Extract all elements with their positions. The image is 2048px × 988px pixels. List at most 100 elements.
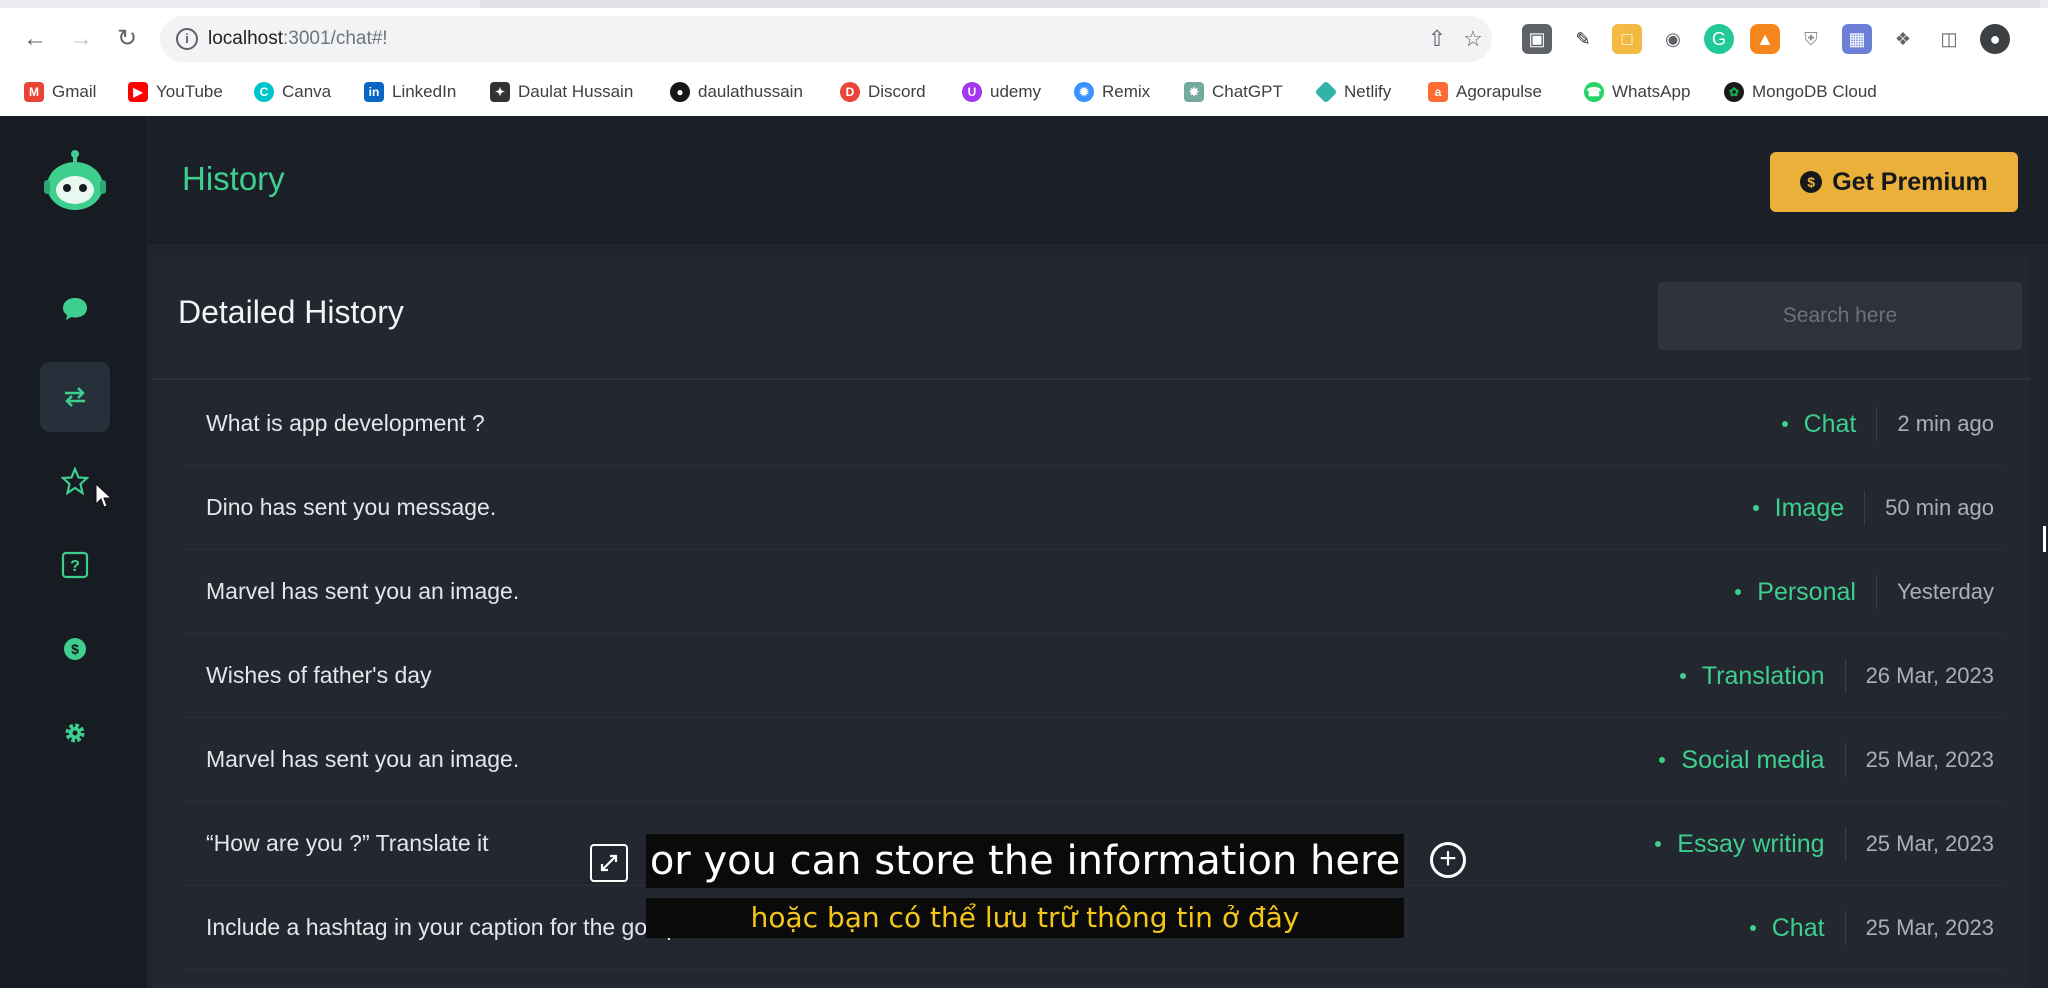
swap-arrows-icon — [65, 387, 85, 407]
category-dot — [1781, 421, 1788, 427]
caption-primary: or you can store the information here — [646, 834, 1404, 888]
sidebar-item-billing[interactable]: $ — [40, 614, 110, 684]
url-text[interactable]: localhost:3001/chat#! — [208, 28, 388, 50]
bookmark-agorapulse[interactable]: a Agorapulse — [1428, 78, 1542, 106]
bookmark-netlify[interactable]: Netlify — [1314, 78, 1391, 106]
site-info-icon[interactable]: i — [176, 28, 198, 50]
sidebar-item-help[interactable]: ? — [40, 530, 110, 600]
category-dot — [1679, 673, 1686, 679]
bookmark-mongodb[interactable]: ✿ MongoDB Cloud — [1724, 78, 1877, 106]
bookmark-discord[interactable]: D Discord — [840, 78, 926, 106]
gear-icon — [65, 723, 85, 743]
scrollbar-thumb[interactable] — [2043, 526, 2046, 552]
extensions-puzzle-icon[interactable]: ❖ — [1888, 24, 1918, 54]
canva-icon: C — [254, 82, 274, 102]
extension-reader-icon[interactable]: ▣ — [1522, 24, 1552, 54]
history-row-time: 26 Mar, 2023 — [1865, 663, 1994, 688]
history-row-text: Dino has sent you message. — [206, 494, 497, 520]
remix-icon: ✹ — [1074, 82, 1094, 102]
history-row-time: Yesterday — [1896, 579, 1994, 604]
sidebar-item-chat[interactable] — [40, 274, 110, 344]
caption-translation: hoặc bạn có thể lưu trữ thông tin ở đây — [646, 898, 1404, 938]
history-row[interactable]: Marvel has sent you an image. Social med… — [184, 718, 2004, 802]
history-row[interactable]: Marvel has sent you an image. Personal Ye… — [184, 550, 2004, 634]
category-dot — [1735, 589, 1742, 595]
youtube-icon: ▶ — [128, 82, 148, 102]
bookmarks-bar: M Gmail ▶ YouTube C Canva in LinkedIn ✦ Daula… — [0, 74, 2048, 110]
bookmark-github[interactable]: ● daulathussain — [670, 78, 803, 106]
bookmark-daulat-hussain[interactable]: ✦ Daulat Hussain — [490, 78, 633, 106]
history-row[interactable]: Dino has sent you message. Image 50 min a… — [184, 466, 2004, 550]
extension-grammarly-icon[interactable]: G — [1704, 24, 1734, 54]
address-bar[interactable]: i localhost:3001/chat#! ⇧ ☆ — [160, 16, 1492, 62]
history-row[interactable]: Wishes of father's day Translation 26 Mar… — [184, 634, 2004, 718]
bookmark-chatgpt[interactable]: ✸ ChatGPT — [1184, 78, 1283, 106]
add-icon[interactable]: + — [1430, 842, 1466, 878]
url-host: localhost — [208, 28, 283, 49]
chat-bubble-icon — [63, 298, 87, 320]
category-dot — [1659, 757, 1666, 763]
history-row-text: Wishes of father's day — [206, 662, 432, 688]
bookmark-remix[interactable]: ✹ Remix — [1074, 78, 1150, 106]
category-dot — [1655, 841, 1662, 847]
share-icon[interactable]: ⇧ — [1424, 26, 1450, 52]
history-row-category[interactable]: Social media — [1681, 746, 1824, 775]
bookmark-youtube[interactable]: ▶ YouTube — [128, 78, 223, 106]
mouse-pointer-icon — [95, 482, 113, 508]
side-panel-icon[interactable]: ◫ — [1934, 24, 1964, 54]
mongodb-icon: ✿ — [1724, 82, 1744, 102]
agorapulse-icon: a — [1428, 82, 1448, 102]
back-arrow-icon[interactable]: ← — [18, 22, 52, 56]
search-input[interactable] — [1658, 282, 2022, 350]
forward-arrow-icon[interactable]: → — [64, 22, 98, 56]
history-row-category[interactable]: Chat — [1804, 410, 1857, 439]
history-row-time: 50 min ago — [1885, 495, 1994, 520]
bookmark-whatsapp[interactable]: ☎ WhatsApp — [1584, 78, 1690, 106]
sidebar-item-settings[interactable] — [40, 698, 110, 768]
history-row-category[interactable]: Chat — [1772, 914, 1825, 943]
extension-puzzle-box-icon[interactable]: ▦ — [1842, 24, 1872, 54]
profile-avatar[interactable]: ● — [1980, 24, 2010, 54]
bookmark-canva[interactable]: C Canva — [254, 78, 331, 106]
extension-eyedropper-icon[interactable]: ✎ — [1568, 24, 1598, 54]
linkedin-icon: in — [364, 82, 384, 102]
history-row-text: What is app development ? — [206, 410, 485, 436]
bookmark-udemy[interactable]: Uudemy — [962, 78, 1041, 106]
robot-logo-icon[interactable] — [42, 148, 108, 214]
extension-shield-icon[interactable]: ⛨ — [1796, 24, 1826, 54]
extension-camera-icon[interactable]: ◉ — [1658, 24, 1688, 54]
reload-icon[interactable]: ↻ — [110, 22, 144, 56]
dollar-coin-icon: $ — [64, 638, 86, 660]
history-row[interactable]: What is app development ? Chat 2 min ago — [184, 382, 2004, 466]
history-row-category[interactable]: Image — [1775, 494, 1844, 523]
divider — [152, 378, 2030, 380]
bookmark-star-icon[interactable]: ☆ — [1460, 26, 1486, 52]
history-row-text: Marvel has sent you an image. — [206, 746, 520, 772]
extension-metamask-icon[interactable]: ▲ — [1750, 24, 1780, 54]
gmail-icon: M — [24, 82, 44, 102]
history-row-text: Marvel has sent you an image. — [206, 578, 520, 604]
star-icon — [61, 467, 89, 495]
page-title: History — [182, 160, 285, 197]
bookmark-gmail[interactable]: M Gmail — [24, 78, 96, 106]
category-dot — [1752, 505, 1759, 511]
bookmark-linkedin[interactable]: in LinkedIn — [364, 78, 456, 106]
svg-text:$: $ — [71, 641, 79, 657]
netlify-icon — [1314, 80, 1338, 104]
sidebar: ? $ — [0, 116, 148, 988]
history-row-category[interactable]: Essay writing — [1677, 830, 1824, 859]
discord-icon: D — [840, 82, 860, 102]
category-dot — [1749, 925, 1756, 931]
sidebar-item-history[interactable] — [40, 362, 110, 432]
history-row-category[interactable]: Translation — [1702, 662, 1825, 691]
dollar-coin-icon: $ — [1800, 171, 1823, 193]
history-row-category[interactable]: Personal — [1757, 578, 1856, 607]
get-premium-button[interactable]: $ Get Premium — [1770, 152, 2018, 212]
udemy-icon: U — [962, 82, 982, 102]
whatsapp-icon: ☎ — [1584, 82, 1604, 102]
expand-icon[interactable] — [590, 844, 628, 882]
github-icon: ● — [670, 82, 690, 102]
extension-square-icon[interactable]: □ — [1612, 24, 1642, 54]
url-path: :3001/chat#! — [283, 28, 388, 49]
svg-text:?: ? — [70, 558, 80, 575]
